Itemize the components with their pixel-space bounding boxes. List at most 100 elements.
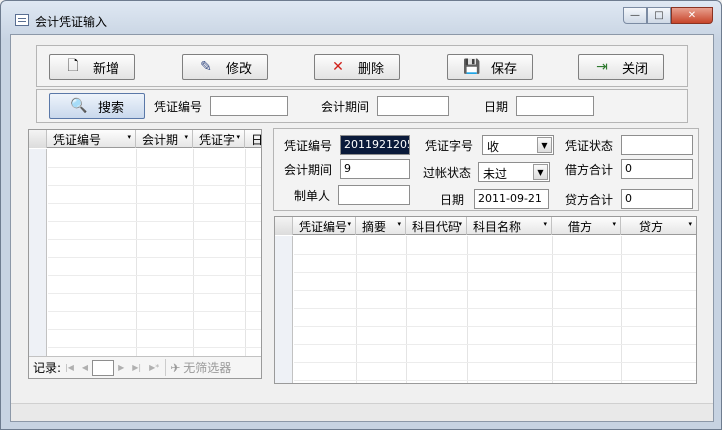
search-period-label: 会计期间: [321, 100, 370, 114]
detail-record-selector[interactable]: [275, 236, 293, 383]
voucher-word-select[interactable]: 收 ▼: [482, 135, 554, 155]
first-record-icon[interactable]: |◀: [65, 363, 74, 372]
grid-row-line: [294, 362, 696, 363]
filter-indicator[interactable]: ✈ 无筛选器: [165, 359, 231, 376]
grid-row-line: [294, 326, 696, 327]
grid-row-line: [294, 272, 696, 273]
new-record-icon[interactable]: ▶*: [149, 363, 159, 372]
command-toolbar: 🗋 新增 ✎ 修改 ✕ 删除 💾 保存 ⇥ 关闭: [36, 45, 688, 87]
edit-button[interactable]: ✎ 修改: [182, 54, 268, 80]
col-period[interactable]: 会计期 ▾: [136, 130, 193, 148]
grid-row-line: [48, 329, 261, 330]
form-icon: [15, 14, 29, 26]
grid-row-line: [48, 293, 261, 294]
col-account-name[interactable]: 科目名称 ▾: [467, 217, 552, 235]
col-account-code[interactable]: 科目代码 ▾: [406, 217, 467, 235]
maker-input[interactable]: [338, 185, 410, 205]
delete-icon: ✕: [332, 59, 344, 75]
save-button-label: 保存: [490, 61, 517, 77]
filter-label: 无筛选器: [183, 361, 232, 375]
search-voucher-no-input[interactable]: [210, 96, 288, 116]
voucher-word-label: 凭证字号: [425, 139, 474, 153]
date-input[interactable]: 2011-09-21: [474, 189, 549, 209]
add-button[interactable]: 🗋 新增: [49, 54, 135, 80]
maker-label: 制单人: [294, 189, 331, 203]
posting-status-label: 过帐状态: [423, 166, 472, 180]
next-record-icon[interactable]: ▶: [118, 363, 124, 372]
period-input[interactable]: 9: [340, 159, 410, 179]
edit-button-label: 修改: [225, 61, 252, 77]
chevron-down-icon[interactable]: ▼: [533, 164, 548, 180]
grid-row-line: [48, 239, 261, 240]
voucher-list-header: 凭证编号 ▾ 会计期 ▾ 凭证字 ▾ 日: [29, 130, 261, 148]
credit-total-label: 贷方合计: [565, 193, 614, 207]
col-date[interactable]: 日: [245, 130, 261, 148]
status-strip: [11, 403, 713, 421]
close-window-button[interactable]: ✕: [671, 7, 713, 24]
debit-total-label: 借方合计: [565, 163, 614, 177]
search-button[interactable]: 🔍 搜索: [49, 93, 145, 119]
grid-row-line: [48, 221, 261, 222]
voucher-status-label: 凭证状态: [565, 139, 614, 153]
record-selector[interactable]: [29, 149, 47, 356]
voucher-no-input[interactable]: 20119212055: [340, 135, 410, 155]
record-label: 记录:: [33, 361, 62, 375]
window-title: 会计凭证输入: [35, 15, 108, 29]
search-voucher-no-label: 凭证编号: [154, 100, 203, 114]
close-button-label: 关闭: [621, 61, 648, 77]
select-all-cell[interactable]: [29, 130, 47, 148]
close-button[interactable]: ⇥ 关闭: [578, 54, 664, 80]
voucher-word-value: 收: [487, 140, 500, 154]
col-summary[interactable]: 摘要 ▾: [356, 217, 406, 235]
grid-row-line: [48, 275, 261, 276]
delete-button-label: 删除: [357, 61, 384, 77]
debit-total-input[interactable]: 0: [621, 159, 693, 179]
col-detail-voucher-no[interactable]: 凭证编号 ▾: [293, 217, 356, 235]
grid-row-line: [294, 344, 696, 345]
new-doc-icon: 🗋: [67, 58, 79, 74]
grid-row-line: [48, 203, 261, 204]
chevron-down-icon[interactable]: ▼: [537, 137, 552, 153]
voucher-status-input[interactable]: [621, 135, 693, 155]
exit-icon: ⇥: [596, 59, 608, 75]
binoculars-icon: 🔍: [69, 98, 88, 114]
save-button[interactable]: 💾 保存: [447, 54, 533, 80]
last-record-icon[interactable]: ▶|: [132, 363, 141, 372]
search-button-label: 搜索: [97, 100, 124, 116]
grid-row-line: [294, 254, 696, 255]
voucher-list-grid[interactable]: 凭证编号 ▾ 会计期 ▾ 凭证字 ▾ 日 记录: |◀ ◀ ▶ ▶| ▶* ✈ 无筛选…: [28, 129, 262, 379]
edit-icon: ✎: [200, 59, 212, 75]
delete-button[interactable]: ✕ 删除: [314, 54, 400, 80]
voucher-form-panel: 凭证编号 20119212055 凭证字号 收 ▼ 凭证状态 会计期间 9 过帐…: [273, 128, 699, 211]
grid-row-line: [294, 290, 696, 291]
grid-row-line: [48, 311, 261, 312]
credit-total-input[interactable]: 0: [621, 189, 693, 209]
grid-row-line: [48, 347, 261, 348]
maximize-button[interactable]: □: [647, 7, 671, 24]
col-voucher-word[interactable]: 凭证字 ▾: [193, 130, 245, 148]
col-credit[interactable]: 贷方 ▾: [621, 217, 696, 235]
grid-row-line: [294, 308, 696, 309]
save-icon: 💾: [462, 59, 481, 75]
record-navigator: 记录: |◀ ◀ ▶ ▶| ▶* ✈ 无筛选器: [29, 356, 261, 378]
posting-status-value: 未过: [483, 167, 508, 181]
voucher-no-label: 凭证编号: [284, 139, 333, 153]
period-label: 会计期间: [284, 163, 333, 177]
title-bar[interactable]: 会计凭证输入 — □ ✕: [1, 1, 721, 33]
voucher-detail-header: 凭证编号 ▾ 摘要 ▾ 科目代码 ▾ 科目名称 ▾ 借方 ▾ 贷方 ▾: [275, 217, 696, 235]
filter-icon: ✈: [170, 360, 181, 375]
search-date-label: 日期: [484, 100, 509, 114]
voucher-detail-grid[interactable]: 凭证编号 ▾ 摘要 ▾ 科目代码 ▾ 科目名称 ▾ 借方 ▾ 贷方 ▾: [274, 216, 697, 384]
search-bar: 🔍 搜索 凭证编号 会计期间 日期: [36, 89, 688, 123]
minimize-button[interactable]: —: [623, 7, 647, 24]
search-period-input[interactable]: [377, 96, 449, 116]
posting-status-select[interactable]: 未过 ▼: [478, 162, 550, 182]
grid-row-line: [294, 380, 696, 381]
prev-record-icon[interactable]: ◀: [82, 363, 88, 372]
search-date-input[interactable]: [516, 96, 594, 116]
col-voucher-no[interactable]: 凭证编号 ▾: [47, 130, 136, 148]
grid-row-line: [48, 185, 261, 186]
record-number-input[interactable]: [92, 359, 115, 376]
col-debit[interactable]: 借方 ▾: [552, 217, 621, 235]
detail-select-all-cell[interactable]: [275, 217, 293, 235]
